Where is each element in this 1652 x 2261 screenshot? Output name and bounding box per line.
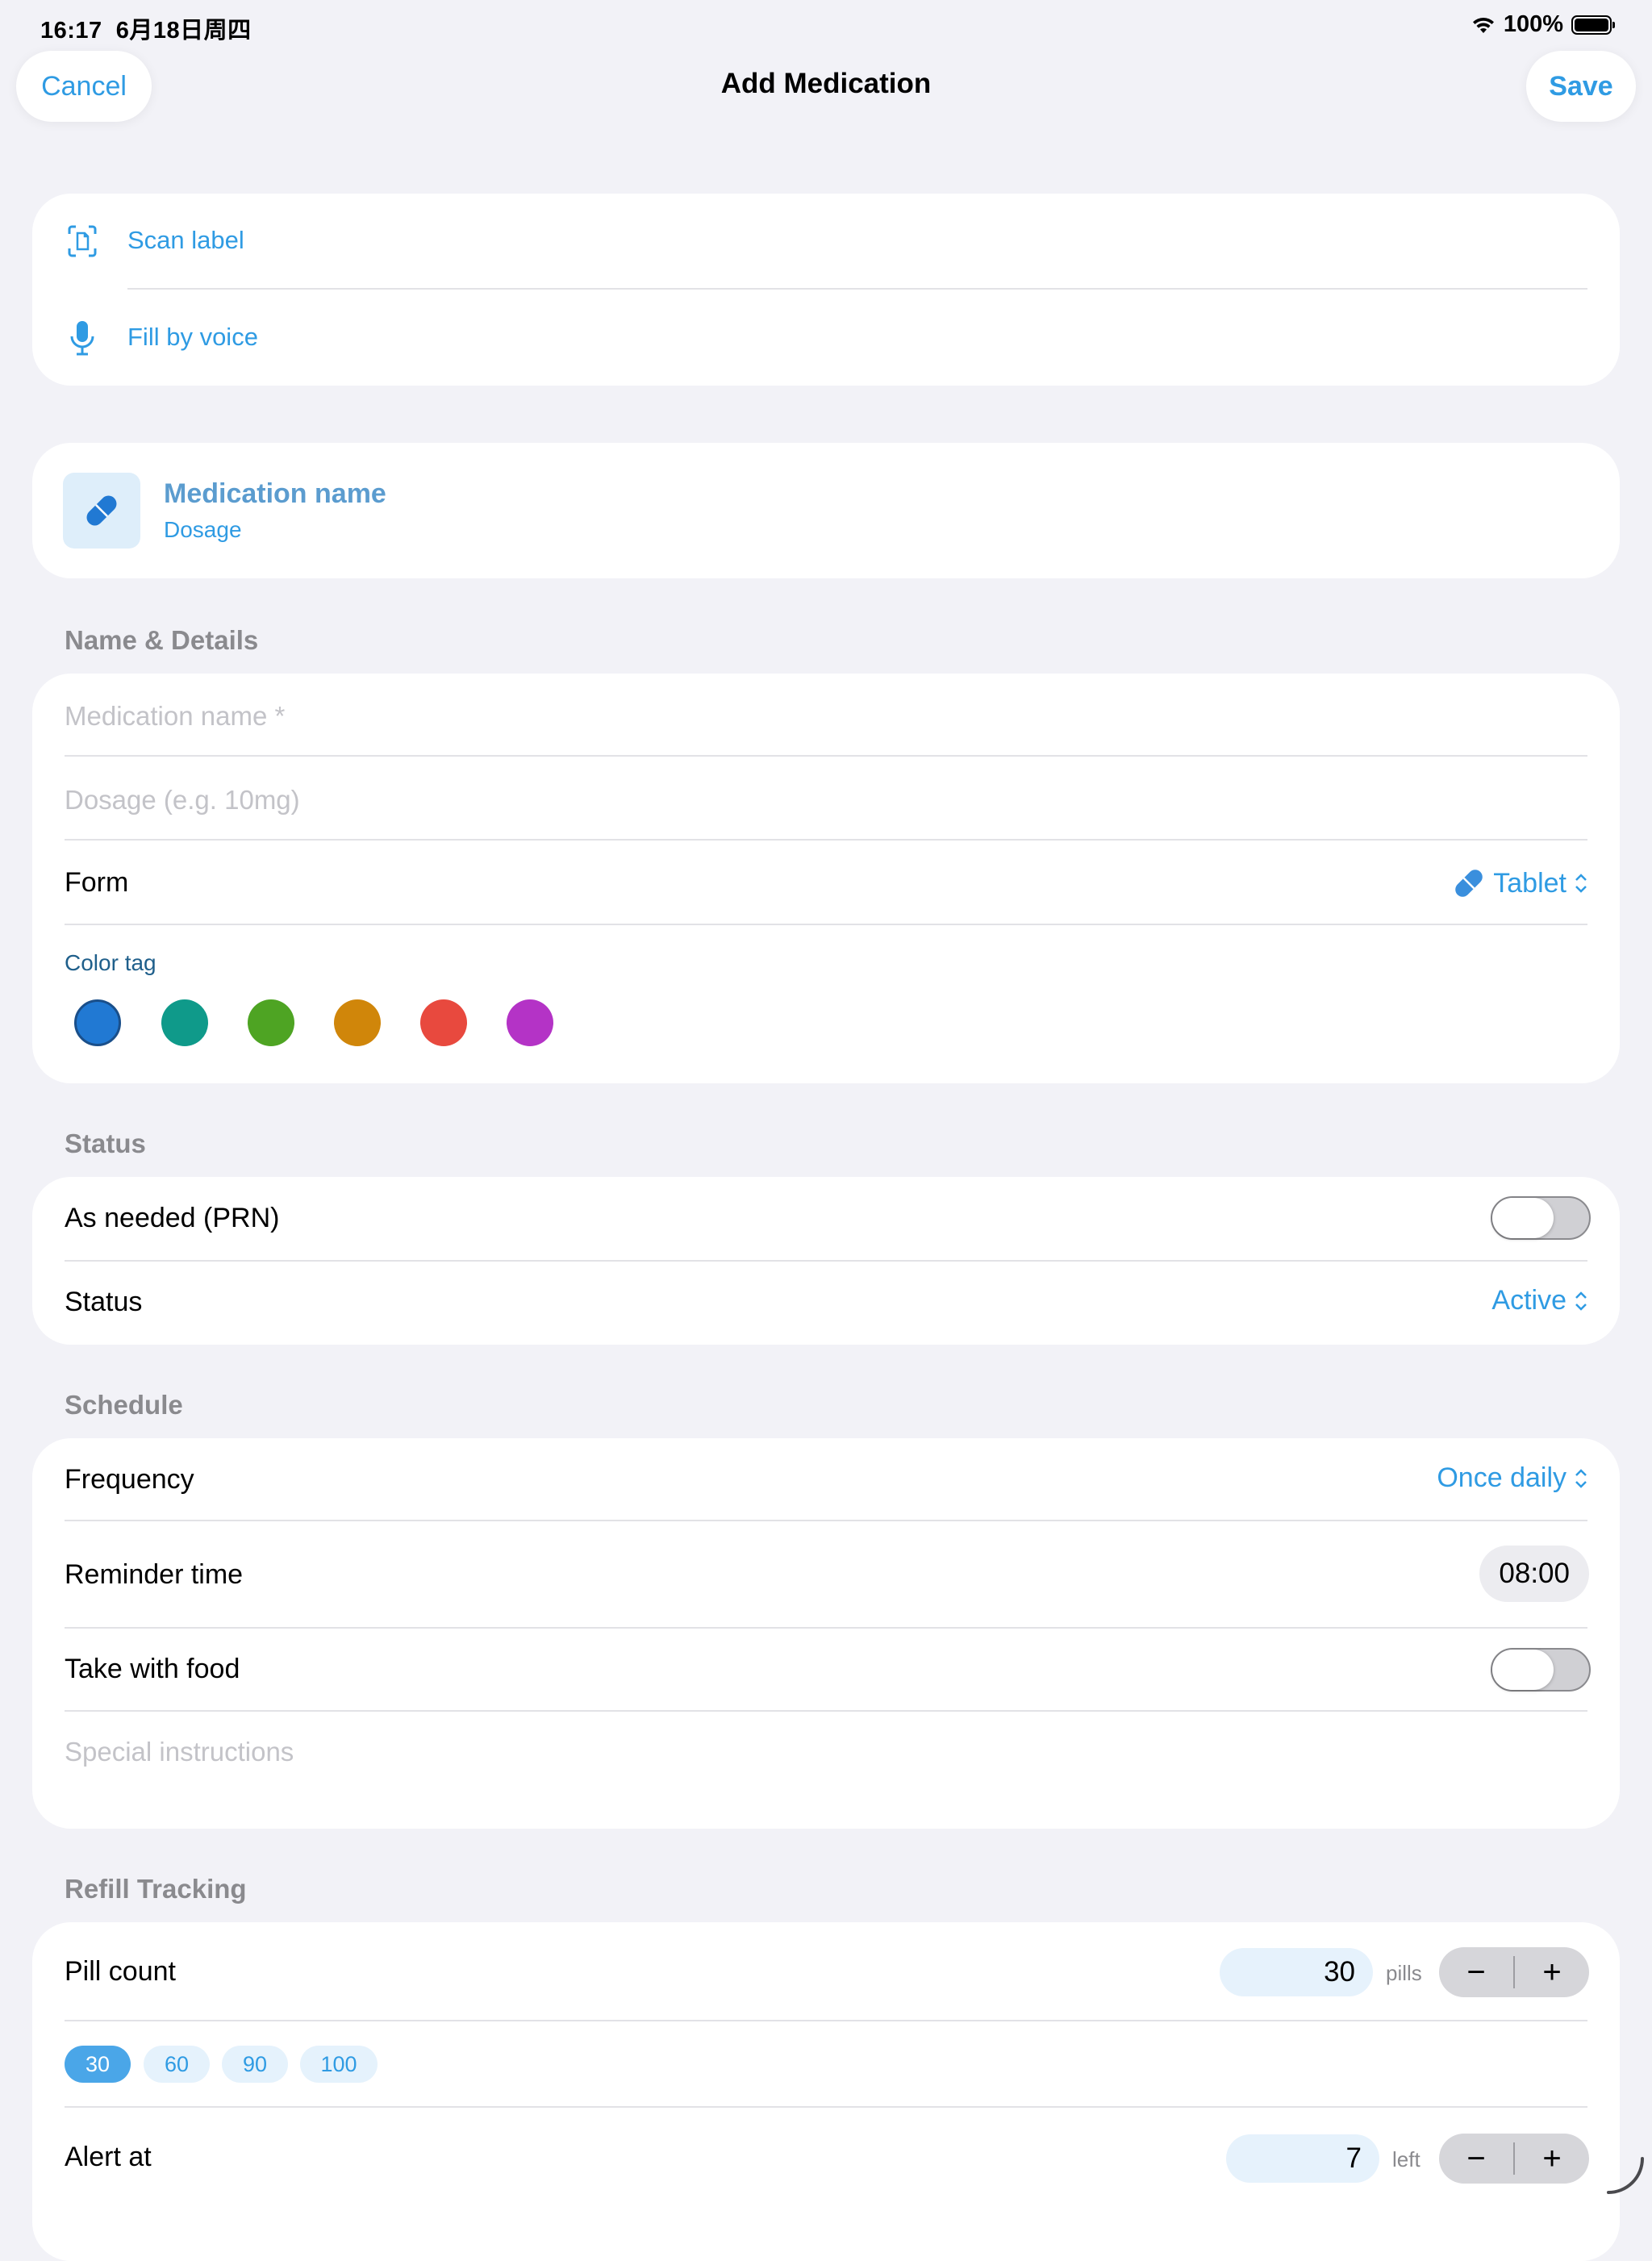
take-with-food-label: Take with food (65, 1654, 240, 1684)
form-label: Form (65, 867, 129, 898)
alert-at-unit: left (1392, 2147, 1420, 2171)
prn-toggle[interactable] (1491, 1196, 1591, 1240)
refill-card: Pill count 30 pills − + 30 60 90 100 Ale… (32, 1922, 1620, 2261)
save-button[interactable]: Save (1526, 51, 1636, 122)
color-dot-red[interactable] (420, 999, 467, 1046)
reminder-time-label: Reminder time (65, 1559, 244, 1590)
wifi-icon (1472, 17, 1494, 33)
section-header-name-details: Name & Details (65, 625, 259, 655)
fill-by-voice-text: Fill by voice (127, 323, 258, 351)
preview-medication-name: Medication name (164, 478, 386, 509)
increment-button[interactable]: + (1515, 2134, 1589, 2184)
status-value: Active (1491, 1285, 1566, 1316)
battery-icon (1571, 15, 1615, 35)
pill-count-input[interactable]: 30 (1220, 1948, 1373, 1996)
pill-icon (1455, 870, 1483, 897)
quick-count-chip-30[interactable]: 30 (65, 2046, 131, 2083)
color-dot-purple[interactable] (507, 999, 553, 1046)
alert-at-input[interactable]: 7 (1226, 2134, 1379, 2183)
divider (65, 755, 1587, 757)
status-picker[interactable]: Active (1491, 1285, 1589, 1316)
decrement-button[interactable]: − (1439, 1947, 1513, 1997)
pill-count-label: Pill count (65, 1956, 176, 1987)
prn-label: As needed (PRN) (65, 1203, 280, 1233)
divider (65, 839, 1587, 841)
frequency-label: Frequency (65, 1464, 194, 1495)
alert-at-stepper: − + (1439, 2134, 1589, 2184)
divider (65, 2020, 1587, 2021)
quick-count-chip-90[interactable]: 90 (222, 2046, 288, 2083)
divider (65, 1710, 1587, 1712)
frequency-picker[interactable]: Once daily (1437, 1462, 1589, 1494)
reminder-time-picker[interactable]: 08:00 (1479, 1546, 1589, 1602)
status-indicators: 100% (1471, 11, 1615, 38)
name-details-card: Medication name * Dosage (e.g. 10mg) For… (32, 674, 1620, 1083)
scan-label-text: Scan label (127, 226, 244, 254)
divider (127, 288, 1587, 290)
section-header-status: Status (65, 1128, 146, 1158)
microphone-icon (70, 321, 94, 356)
increment-button[interactable]: + (1515, 1947, 1589, 1997)
fill-by-voice-row[interactable]: Fill by voice (32, 290, 1620, 386)
medication-icon-tile (63, 473, 140, 549)
schedule-card: Frequency Once daily Reminder time 08:00… (32, 1438, 1620, 1829)
divider (65, 1627, 1587, 1629)
status-date: 6月18日周四 (115, 18, 252, 44)
color-dot-orange[interactable] (334, 999, 381, 1046)
divider (65, 1520, 1587, 1521)
chevron-up-down-icon (1575, 874, 1587, 893)
quick-count-chip-100[interactable]: 100 (300, 2046, 378, 2083)
color-dot-green[interactable] (248, 999, 294, 1046)
divider (65, 2106, 1587, 2108)
toggle-knob (1492, 1198, 1554, 1238)
special-instructions-input[interactable]: Special instructions (65, 1737, 294, 1767)
status-time-date: 16:17 6月18日周四 (40, 11, 252, 45)
decrement-button[interactable]: − (1439, 2134, 1513, 2184)
status-card: As needed (PRN) Status Active (32, 1177, 1620, 1345)
divider (65, 924, 1587, 925)
chevron-up-down-icon (1575, 1291, 1587, 1311)
battery-percent: 100% (1503, 11, 1563, 37)
toggle-knob (1492, 1650, 1554, 1690)
chevron-up-down-icon (1575, 1468, 1587, 1488)
dosage-input[interactable]: Dosage (e.g. 10mg) (65, 785, 300, 816)
quick-actions-card: Scan label Fill by voice (32, 194, 1620, 386)
take-with-food-toggle[interactable] (1491, 1648, 1591, 1692)
color-dot-blue[interactable] (74, 999, 121, 1046)
section-header-schedule: Schedule (65, 1390, 183, 1420)
scan-label-row[interactable]: Scan label (32, 194, 1620, 289)
status-label: Status (65, 1287, 143, 1317)
corner-resize-icon (1607, 2157, 1644, 2194)
frequency-value: Once daily (1437, 1462, 1566, 1493)
medication-preview-card: Medication name Dosage (32, 443, 1620, 578)
scan-document-icon (68, 225, 97, 257)
pill-count-unit: pills (1386, 1961, 1422, 1985)
status-bar: 16:17 6月18日周四 100% (0, 0, 1652, 52)
color-dot-teal[interactable] (161, 999, 208, 1046)
page-title: Add Medication (720, 68, 932, 99)
form-picker[interactable]: Tablet (1451, 866, 1589, 901)
form-value: Tablet (1493, 867, 1566, 899)
medication-name-input[interactable]: Medication name * (65, 701, 285, 732)
quick-count-chip-60[interactable]: 60 (144, 2046, 210, 2083)
pill-count-stepper: − + (1439, 1947, 1589, 1997)
color-tag-label: Color tag (65, 950, 156, 975)
pill-icon (86, 495, 117, 526)
status-time: 16:17 (40, 18, 102, 44)
alert-at-label: Alert at (65, 2142, 152, 2172)
preview-dosage: Dosage (164, 517, 242, 542)
color-tag-picker (74, 999, 639, 1056)
divider (65, 1260, 1587, 1262)
section-header-refill: Refill Tracking (65, 1874, 247, 1904)
